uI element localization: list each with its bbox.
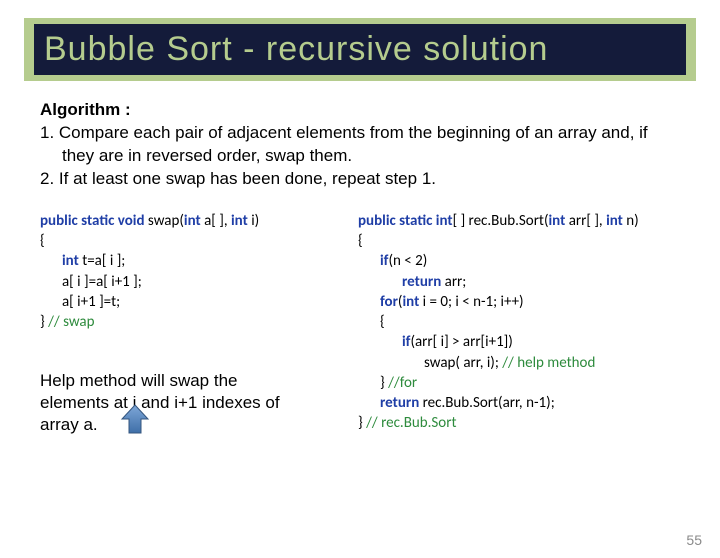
page-number: 55 (686, 532, 702, 548)
help-note: Help method will swap the elements at i … (40, 370, 290, 436)
algorithm-heading: Algorithm : (40, 99, 680, 122)
title-inner: Bubble Sort - recursive solution (34, 24, 686, 75)
slide-title: Bubble Sort - recursive solution (44, 30, 676, 69)
title-banner: Bubble Sort - recursive solution (24, 18, 696, 81)
algorithm-step-2: 2. If at least one swap has been done, r… (40, 168, 680, 191)
algorithm-block: Algorithm : 1. Compare each pair of adja… (40, 99, 680, 191)
right-column: public static int[ ] rec.Bub.Sort(int ar… (358, 211, 690, 437)
recursive-code: public static int[ ] rec.Bub.Sort(int ar… (358, 211, 690, 434)
swap-code: public static void swap(int a[ ], int i)… (40, 211, 340, 333)
left-column: public static void swap(int a[ ], int i)… (40, 211, 340, 437)
algorithm-step-1: 1. Compare each pair of adjacent element… (40, 122, 680, 168)
up-arrow-icon (120, 403, 150, 437)
